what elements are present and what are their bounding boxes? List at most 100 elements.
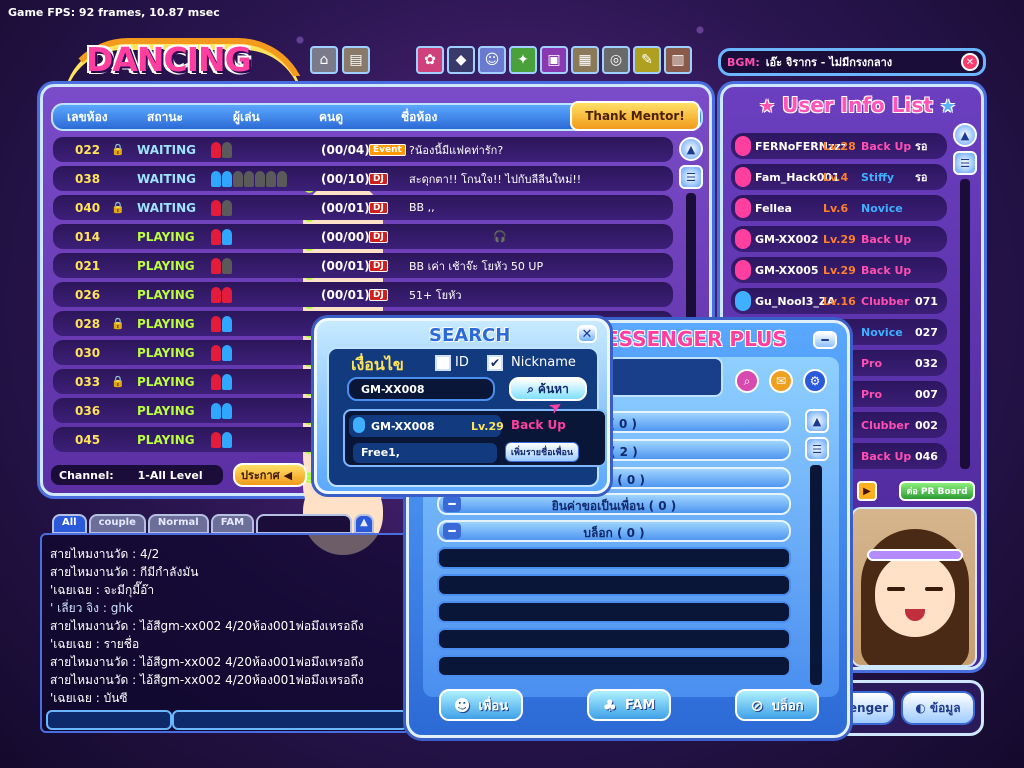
scroll-up-icon[interactable]: ▲: [953, 123, 977, 147]
scroll-menu-icon[interactable]: ☰: [679, 165, 703, 189]
channel-label: Channel:: [59, 468, 114, 482]
mail-icon[interactable]: ✉: [769, 369, 793, 393]
chat-line: สายไหมงานวัด : 4/2: [50, 547, 160, 561]
player-icon: [211, 344, 221, 361]
chat-target-input[interactable]: [46, 710, 172, 730]
user-room: 071: [915, 294, 938, 308]
player-icon: [222, 228, 232, 245]
fps-counter: Game FPS: 92 frames, 10.87 msec: [8, 6, 220, 19]
bgm-label: BGM:: [727, 55, 760, 69]
scroll-track[interactable]: [810, 465, 822, 685]
bgm-close-icon[interactable]: ✕: [961, 53, 979, 71]
result-rank: Back Up: [511, 418, 566, 432]
group-confirm[interactable]: ━ ยินค่าขอเป็นเพื่อน ( 0 ): [437, 493, 791, 515]
room-row[interactable]: 038WAITING☻(00/10)DJสะดุกตา!! โกนใจ!! ไป…: [53, 166, 673, 294]
photo-icon[interactable]: ▦: [571, 46, 599, 74]
user-row[interactable]: GM-XX002 Lv.29 Back Up: [731, 226, 947, 252]
result-level: Lv.29: [471, 420, 504, 433]
chat-tab-blank[interactable]: [256, 514, 353, 534]
player-icon: [211, 228, 221, 245]
chat-tab-couple[interactable]: couple: [88, 514, 146, 534]
friend-slot[interactable]: [437, 655, 791, 677]
chat-tab-all[interactable]: All: [52, 514, 87, 534]
room-row[interactable]: 022🔒WAITING☻(00/04)Event?น้องนี้มีแฟคท่า…: [53, 137, 673, 265]
chat-tab-toggle-icon[interactable]: ▲: [354, 514, 374, 534]
note-icon[interactable]: ✎: [633, 46, 661, 74]
fam-button[interactable]: ♣ FAM: [587, 689, 671, 721]
friend-slot[interactable]: [437, 601, 791, 623]
scroll-track[interactable]: [960, 179, 970, 469]
user-row[interactable]: Fellea Lv.6 Novice: [731, 195, 947, 221]
chat-tab-fam[interactable]: FAM: [210, 514, 255, 534]
nickname-label: Nickname: [511, 355, 576, 370]
nickname-checkbox[interactable]: ✔: [487, 355, 503, 371]
gift-icon[interactable]: ✿: [416, 46, 444, 74]
room-name: BB เค่า เช้าจ๊ะ โยหัว 50 UP: [409, 259, 544, 273]
player-icon: [222, 315, 232, 332]
search-input[interactable]: GM-XX008: [347, 377, 495, 401]
room-row[interactable]: 026PLAYING☻(00/01)DJ51+ โยหัว: [53, 282, 673, 410]
user-room: 007: [915, 387, 938, 401]
thank-mentor-button[interactable]: Thank Mentor!: [570, 101, 700, 131]
scroll-menu-icon[interactable]: ☰: [953, 151, 977, 175]
gear-icon[interactable]: ⚙: [803, 369, 827, 393]
card-icon[interactable]: ▤: [342, 46, 370, 74]
room-number: 028: [75, 316, 101, 331]
player-slots: [211, 402, 232, 419]
block-button[interactable]: ⊘ บล็อก: [735, 689, 819, 721]
info-button[interactable]: ◐ ข้อมูล: [901, 691, 975, 725]
room-row[interactable]: 021PLAYING☻(00/01)DJBB เค่า เช้าจ๊ะ โยหั…: [53, 253, 673, 381]
user-row[interactable]: Fam_Hack001 Lv.4 Stiffy รอ: [731, 164, 947, 190]
user-row[interactable]: FERNoFERNzzz Lv.28 Back Up รอ: [731, 133, 947, 159]
chat-tab-normal[interactable]: Normal: [147, 514, 209, 534]
play-icon[interactable]: ▶: [857, 481, 877, 501]
room-row[interactable]: 040🔒WAITING☻(00/01)DJBB ,,: [53, 195, 673, 323]
room-number: 021: [75, 258, 101, 273]
user-avatar-icon: [735, 167, 751, 187]
scroll-menu-icon[interactable]: ☰: [805, 437, 829, 461]
avatar-icon[interactable]: ☺: [478, 46, 506, 74]
search-icon[interactable]: ⌕: [735, 369, 759, 393]
user-row[interactable]: GM-XX005 Lv.29 Back Up: [731, 257, 947, 283]
player-icon: [222, 431, 232, 448]
pr-board-button[interactable]: ต่อ PR Board: [899, 481, 975, 501]
scroll-up-icon[interactable]: ▲: [805, 409, 829, 433]
minimize-icon[interactable]: ━: [813, 331, 837, 349]
scroll-up-icon[interactable]: ▲: [679, 137, 703, 161]
search-result[interactable]: GM-XX008 Lv.29 Back Up Free1, เพิ่มรายชื…: [343, 409, 607, 467]
announce-button[interactable]: ประกาศ ◀: [233, 463, 307, 487]
friend-slot[interactable]: [437, 628, 791, 650]
player-icon: [211, 257, 221, 274]
family-icon[interactable]: ⌂: [310, 46, 338, 74]
shop-icon[interactable]: ◆: [447, 46, 475, 74]
search-button[interactable]: ⌕ ค้นหา: [509, 377, 587, 401]
watcher-count: (00/10): [321, 171, 370, 186]
store-icon[interactable]: ▥: [664, 46, 692, 74]
user-scrollbar[interactable]: ▲ ☰: [953, 123, 977, 469]
add-friend-button[interactable]: เพิ่มรายชื่อเพื่อน: [505, 442, 579, 462]
player-icon: [277, 170, 287, 187]
room-number: 014: [75, 229, 101, 244]
friend-slot[interactable]: [437, 547, 791, 569]
chat-line: 'เฉยเฉย : บันซี: [50, 691, 128, 705]
player-icon: [255, 170, 265, 187]
user-row[interactable]: Gu_NooI3_ZA Lv.16 Clubber 071: [731, 288, 947, 314]
id-checkbox[interactable]: [435, 355, 451, 371]
messenger-scrollbar[interactable]: ▲ ☰: [805, 409, 829, 685]
player-icon: [211, 170, 221, 187]
tv-icon[interactable]: ▣: [540, 46, 568, 74]
player-slots: [211, 170, 287, 187]
room-row[interactable]: 014PLAYING☻(00/00)DJ🎧: [53, 224, 673, 352]
player-slots: [211, 199, 232, 216]
player-icon: [211, 431, 221, 448]
group-blocked[interactable]: ━ บล็อก ( 0 ): [437, 520, 791, 542]
puzzle-icon[interactable]: ✦: [509, 46, 537, 74]
chat-bubble-icon: ◐: [915, 701, 926, 715]
friend-slot[interactable]: [437, 574, 791, 596]
room-number: 026: [75, 287, 101, 302]
user-avatar-icon: [735, 291, 751, 311]
chat-message-input[interactable]: [172, 710, 408, 730]
record-icon[interactable]: ◎: [602, 46, 630, 74]
close-icon[interactable]: ✕: [577, 325, 597, 343]
friend-button[interactable]: ☻ เพื่อน: [439, 689, 523, 721]
